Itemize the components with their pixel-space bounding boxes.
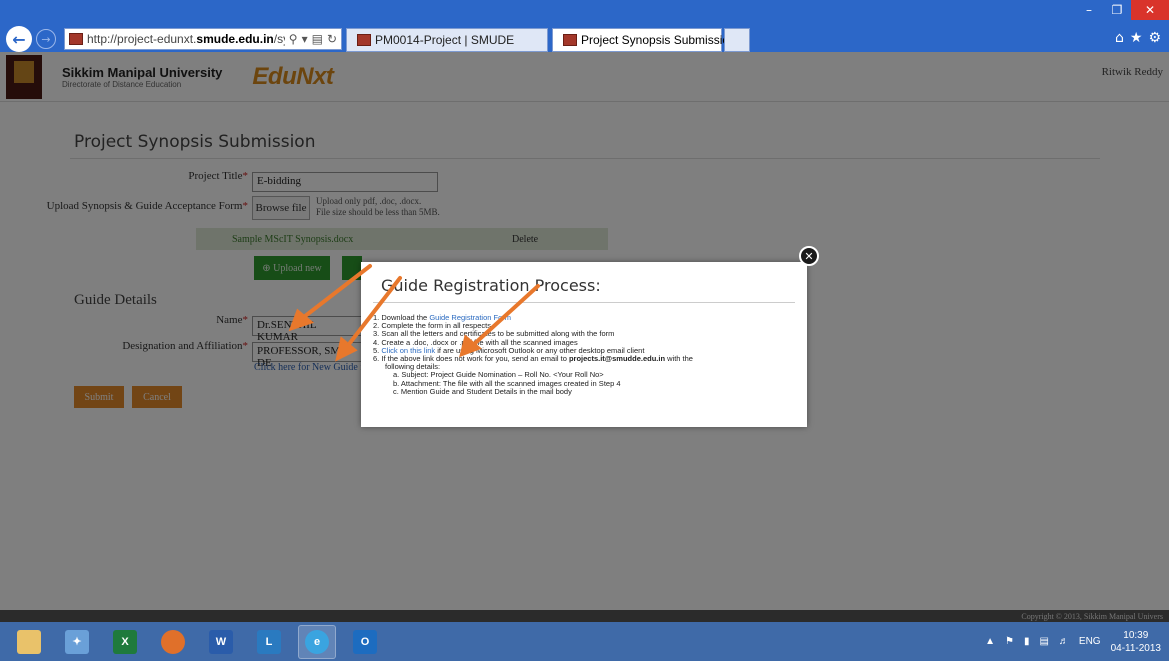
outlook-icon: O <box>353 629 377 654</box>
taskbar-word[interactable]: W <box>202 625 240 659</box>
taskbar-paint[interactable]: ✦ <box>58 625 96 659</box>
browser-toolbar-icons: ⌂ ★ ⚙ <box>1115 30 1161 46</box>
tab-pm0014[interactable]: PM0014-Project | SMUDE <box>346 28 548 52</box>
address-bar[interactable]: http://project-edunxt.smude.edu.in/synop… <box>64 28 342 50</box>
browser-chrome: – ❐ ✕ ← → http://project-edunxt.smude.ed… <box>0 0 1169 52</box>
tab-favicon-icon <box>357 34 371 46</box>
volume-icon[interactable]: ♬ <box>1059 636 1069 647</box>
clock-time: 10:39 <box>1123 629 1149 641</box>
firefox-icon <box>161 629 185 654</box>
guide-registration-modal: Guide Registration Process: 1. Download … <box>361 262 807 427</box>
taskbar-excel[interactable]: X <box>106 625 144 659</box>
battery-icon[interactable]: ▮ <box>1024 636 1030 647</box>
support-email: projects.it@smudde.edu.in <box>568 354 666 364</box>
favorites-star-icon[interactable]: ★ <box>1130 30 1143 46</box>
taskbar-file-explorer[interactable] <box>10 625 48 659</box>
settings-gear-icon[interactable]: ⚙ <box>1148 30 1161 46</box>
folder-icon <box>17 629 41 654</box>
compat-view-icon[interactable]: ▤ <box>312 32 323 46</box>
steps-list: 1. Download the Guide Registration Form … <box>373 313 793 396</box>
modal-divider <box>373 302 795 303</box>
modal-close-icon[interactable]: ✕ <box>799 246 819 266</box>
back-button[interactable]: ← <box>6 26 32 52</box>
network-icon[interactable]: ▤ <box>1039 636 1048 647</box>
show-hidden-icons-icon[interactable]: ▲ <box>985 636 995 647</box>
step-number: 6. <box>373 354 380 364</box>
address-icons: ⚲ ▾ ▤ ↻ <box>285 32 341 46</box>
dropdown-icon[interactable]: ▾ <box>302 32 308 46</box>
tab-label: PM0014-Project | SMUDE <box>375 33 515 47</box>
new-tab-button[interactable] <box>724 28 750 52</box>
tab-label: Project Synopsis Submission <box>581 33 736 47</box>
copyright-text: Copyright © 2013, Sikkim Manipal Univers <box>1021 612 1163 621</box>
site-favicon-icon <box>69 33 83 45</box>
close-window-button[interactable]: ✕ <box>1131 0 1169 20</box>
clock[interactable]: 10:39 04-11-2013 <box>1111 629 1161 655</box>
minimize-button[interactable]: – <box>1075 0 1103 20</box>
action-center-flag-icon[interactable]: ⚑ <box>1005 636 1014 647</box>
taskbar-lync[interactable]: L <box>250 625 288 659</box>
window-controls: – ❐ ✕ <box>1075 0 1169 20</box>
forward-button[interactable]: → <box>36 29 56 49</box>
search-icon[interactable]: ⚲ <box>289 32 298 46</box>
sub-step-item: c. Mention Guide and Student Details in … <box>393 386 572 396</box>
paint-icon: ✦ <box>65 629 89 654</box>
language-indicator[interactable]: ENG <box>1079 636 1101 647</box>
taskbar-internet-explorer[interactable]: e <box>298 624 336 659</box>
home-icon[interactable]: ⌂ <box>1115 30 1124 46</box>
tab-synopsis[interactable]: Project Synopsis Submission ✕ <box>552 28 746 52</box>
restore-button[interactable]: ❐ <box>1103 0 1131 20</box>
word-icon: W <box>209 629 233 654</box>
internet-explorer-icon: e <box>305 629 329 654</box>
refresh-icon[interactable]: ↻ <box>327 32 337 46</box>
tab-favicon-icon <box>563 34 577 46</box>
page-footer <box>0 610 1169 622</box>
modal-title: Guide Registration Process: <box>381 276 601 295</box>
address-url: http://project-edunxt.smude.edu.in/synop… <box>87 32 285 46</box>
step-text: with the <box>665 354 693 364</box>
taskbar-outlook[interactable]: O <box>346 625 384 659</box>
excel-icon: X <box>113 629 137 654</box>
clock-date: 04-11-2013 <box>1110 642 1161 654</box>
taskbar-firefox[interactable] <box>154 625 192 659</box>
lync-icon: L <box>257 629 281 654</box>
system-tray: ▲ ⚑ ▮ ▤ ♬ ENG 10:39 04-11-2013 <box>985 622 1161 661</box>
